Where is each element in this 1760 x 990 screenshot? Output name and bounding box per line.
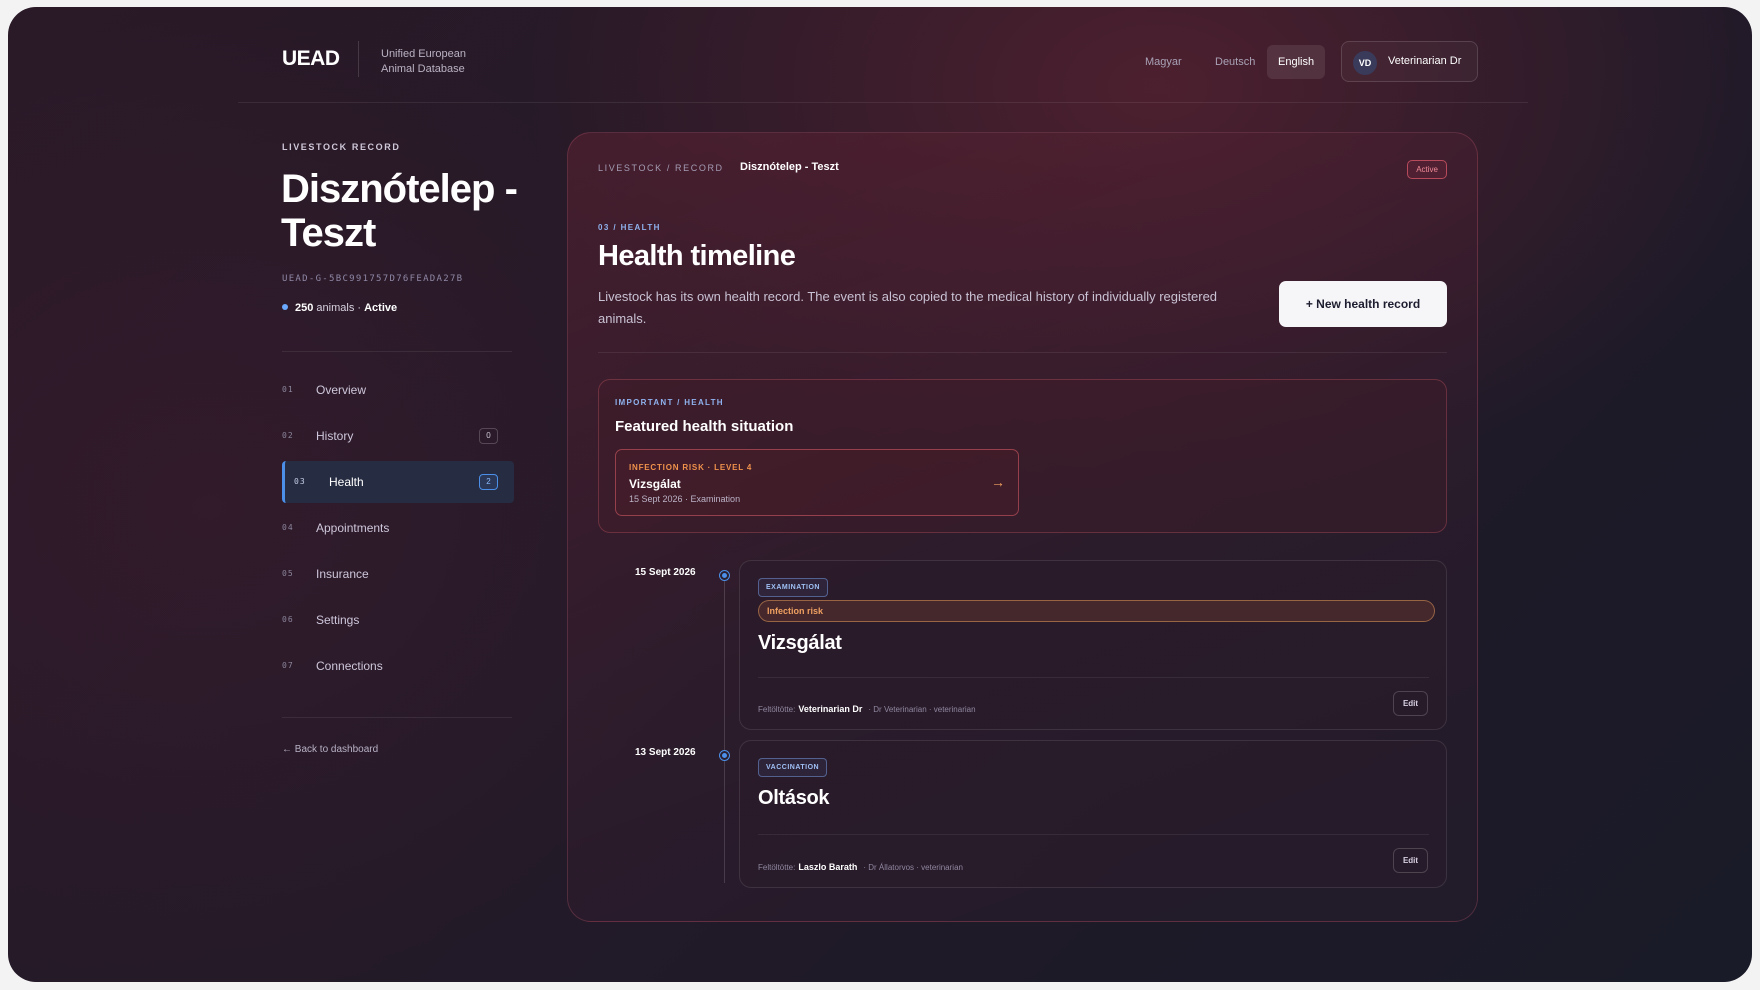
featured-eyebrow: IMPORTANT / HEALTH [615, 398, 724, 407]
record-title: Disznótelep - Teszt [281, 167, 518, 255]
event-title: Oltások [758, 787, 830, 809]
nav-label: Overview [316, 383, 367, 397]
logo[interactable]: UEAD [282, 47, 340, 71]
event-title: Vizsgálat [758, 632, 842, 654]
sidebar-item-connections[interactable]: 07 Connections [282, 645, 514, 687]
nav-number: 01 [282, 385, 294, 394]
animal-count: 250 animals · Active [282, 302, 397, 314]
sidebar-divider [282, 717, 512, 718]
uploaded-by-label: Feltöltötte: [758, 863, 796, 872]
event-divider [758, 677, 1429, 678]
featured-health-card: IMPORTANT / HEALTH Featured health situa… [598, 379, 1447, 533]
sidebar-item-history[interactable]: 02 History 0 [282, 415, 514, 457]
breadcrumb[interactable]: LIVESTOCK / RECORD [598, 163, 724, 173]
event-uploader: Feltöltötte: Laszlo Barath · Dr Állatorvos… [758, 862, 963, 872]
new-health-record-button[interactable]: + New health record [1279, 281, 1447, 327]
nav-number: 04 [282, 523, 294, 532]
count-badge: 2 [479, 474, 498, 490]
event-divider [758, 834, 1429, 835]
nav-number: 06 [282, 615, 294, 624]
animal-count-value: 250 [295, 302, 314, 314]
logo-divider [358, 41, 359, 77]
nav-label: Settings [316, 613, 360, 627]
timeline-event-card: VACCINATION Oltások Feltöltötte: Laszlo B… [739, 740, 1447, 888]
section-eyebrow: 03 / HEALTH [598, 223, 661, 232]
record-id: UEAD-G-5BC991757D76FEADA27B [282, 274, 464, 284]
language-deutsch[interactable]: Deutsch [1204, 45, 1266, 79]
logo-subtitle-line1: Unified European [381, 48, 467, 60]
animal-count-label: animals · [316, 302, 362, 314]
status-badge: Active [1407, 160, 1447, 179]
count-badge: 0 [479, 428, 498, 444]
sidebar-item-insurance[interactable]: 05 Insurance [282, 553, 514, 595]
risk-event-name: Vizsgálat [629, 477, 681, 491]
app-window: UEAD Unified European Animal Database Ma… [8, 7, 1752, 982]
sidebar-item-appointments[interactable]: 04 Appointments [282, 507, 514, 549]
event-risk-bar: Infection risk [758, 600, 1435, 622]
uploader-name: Veterinarian Dr [798, 704, 863, 714]
user-name: Veterinarian Dr [1388, 55, 1462, 67]
timeline-dot-icon [720, 751, 729, 760]
logo-subtitle-line2: Animal Database [381, 63, 465, 75]
nav-label: History [316, 429, 354, 443]
nav-label: Health [329, 475, 364, 489]
event-type-tag: VACCINATION [758, 758, 828, 777]
health-panel: LIVESTOCK / RECORD Disznótelep - Teszt A… [567, 132, 1478, 922]
back-to-dashboard-link[interactable]: ← Back to dashboard [282, 744, 378, 755]
logo-subtitle: Unified European Animal Database [381, 47, 466, 77]
nav-label: Connections [316, 659, 383, 673]
risk-level-label: INFECTION RISK · LEVEL 4 [629, 463, 753, 472]
uploader-role: · Dr Veterinarian · veterinarian [868, 705, 976, 714]
edit-button[interactable]: Edit [1393, 848, 1428, 873]
featured-risk-item[interactable]: INFECTION RISK · LEVEL 4 Vizsgálat 15 Se… [615, 449, 1019, 516]
nav-label: Insurance [316, 567, 369, 581]
timeline-line [724, 573, 725, 883]
sidebar-divider [282, 351, 512, 352]
uploader-role: · Dr Állatorvos · veterinarian [863, 863, 963, 872]
timeline-event-card: EXAMINATION Infection risk Vizsgálat Fel… [739, 560, 1447, 730]
page-title: Health timeline [598, 240, 796, 272]
header-divider [238, 102, 1528, 103]
language-english[interactable]: English [1267, 45, 1326, 79]
event-type-tag: EXAMINATION [758, 578, 828, 597]
arrow-right-icon: → [991, 474, 1005, 490]
sidebar-nav: 01 Overview 02 History 0 03 Health 2 04 … [282, 369, 514, 691]
uploader-name: Laszlo Barath [798, 862, 858, 872]
breadcrumb-current: Disznótelep - Teszt [740, 161, 839, 173]
timeline-date: 13 Sept 2026 [635, 747, 696, 758]
section-description: Livestock has its own health record. The… [598, 289, 1218, 326]
avatar: VD [1353, 51, 1377, 75]
sidebar-eyebrow: LIVESTOCK RECORD [282, 142, 401, 152]
nav-label: Appointments [316, 521, 390, 535]
sidebar-item-settings[interactable]: 06 Settings [282, 599, 514, 641]
section-divider [598, 352, 1447, 353]
language-magyar[interactable]: Magyar [1134, 45, 1193, 79]
record-status: Active [364, 302, 398, 314]
nav-number: 07 [282, 661, 294, 670]
featured-title: Featured health situation [615, 418, 794, 435]
uploaded-by-label: Feltöltötte: [758, 705, 796, 714]
sidebar-item-health[interactable]: 03 Health 2 [282, 461, 514, 503]
user-menu-button[interactable]: VD Veterinarian Dr [1341, 41, 1478, 82]
nav-number: 03 [294, 477, 306, 486]
edit-button[interactable]: Edit [1393, 691, 1428, 716]
timeline-dot-icon [720, 571, 729, 580]
sidebar-item-overview[interactable]: 01 Overview [282, 369, 514, 411]
nav-number: 02 [282, 431, 294, 440]
event-uploader: Feltöltötte: Veterinarian Dr · Dr Veterina… [758, 704, 976, 714]
nav-number: 05 [282, 569, 294, 578]
timeline-date: 15 Sept 2026 [635, 567, 696, 578]
status-dot-icon [282, 304, 288, 310]
risk-event-meta: 15 Sept 2026 · Examination [629, 494, 741, 504]
